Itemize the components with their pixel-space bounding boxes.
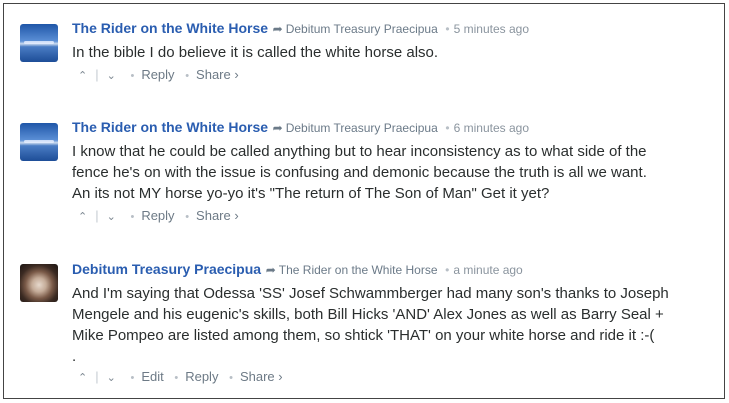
upvote-icon[interactable]: ⌃ (72, 210, 93, 223)
reply-to-name[interactable]: Debitum Treasury Praecipua (286, 22, 438, 36)
reply-arrow-icon: ➦ (265, 263, 276, 277)
timestamp[interactable]: 6 minutes ago (454, 121, 529, 135)
reply-arrow-icon: ➦ (272, 22, 283, 36)
separator-dot: • (445, 263, 450, 277)
avatar[interactable] (20, 24, 58, 62)
separator-dot: • (445, 121, 450, 135)
timestamp[interactable]: a minute ago (453, 263, 522, 277)
author-name[interactable]: The Rider on the White Horse (72, 20, 268, 36)
separator-dot: • (185, 211, 190, 223)
comment-thread: The Rider on the White Horse ➦ Debitum Tr… (3, 3, 725, 399)
author-name[interactable]: The Rider on the White Horse (72, 119, 268, 135)
comment-line: An its not MY horse yo-yo it's "The retu… (72, 185, 550, 202)
comment-header: The Rider on the White Horse ➦ Debitum Tr… (72, 119, 714, 136)
comment-line: In the bible I do believe it is called t… (72, 44, 439, 61)
comment-line: fence he's on with the issue is confusin… (72, 164, 647, 181)
comment-actions: ⌃ | ⌄ • Reply • Share › (72, 208, 714, 223)
comment-text: In the bible I do believe it is called t… (72, 42, 714, 63)
edit-button[interactable]: Edit (141, 369, 163, 384)
share-button[interactable]: Share › (196, 208, 239, 223)
comment-line: . (72, 348, 77, 365)
comment-line: Mike Pompeo are listed among them, so sh… (72, 327, 655, 344)
reply-button[interactable]: Reply (141, 67, 174, 82)
author-name[interactable]: Debitum Treasury Praecipua (72, 261, 261, 277)
reply-button[interactable]: Reply (141, 208, 174, 223)
avatar[interactable] (20, 264, 58, 302)
comment-header: Debitum Treasury Praecipua ➦ The Rider on… (72, 261, 714, 278)
comment-actions: ⌃ | ⌄ • Edit • Reply • Share › (72, 369, 714, 384)
share-button[interactable]: Share › (196, 67, 239, 82)
separator-dot: • (130, 211, 135, 223)
reply-to-name[interactable]: Debitum Treasury Praecipua (286, 121, 438, 135)
separator-dot: • (130, 372, 135, 384)
upvote-icon[interactable]: ⌃ (72, 371, 93, 384)
comment-text: And I'm saying that Odessa 'SS' Josef Sc… (72, 283, 714, 367)
separator-dot: • (185, 70, 190, 82)
upvote-icon[interactable]: ⌃ (72, 69, 93, 82)
separator-dot: • (130, 70, 135, 82)
downvote-icon[interactable]: ⌄ (101, 371, 122, 384)
downvote-icon[interactable]: ⌄ (101, 69, 122, 82)
comment-actions: ⌃ | ⌄ • Reply • Share › (72, 67, 714, 82)
separator-dot: • (445, 22, 450, 36)
timestamp[interactable]: 5 minutes ago (454, 22, 529, 36)
comment-line: Mengele and his eugenic's skills, both B… (72, 306, 664, 323)
comment-header: The Rider on the White Horse ➦ Debitum Tr… (72, 20, 714, 37)
downvote-icon[interactable]: ⌄ (101, 210, 122, 223)
reply-to-name[interactable]: The Rider on the White Horse (279, 263, 438, 277)
comment-line: And I'm saying that Odessa 'SS' Josef Sc… (72, 285, 669, 302)
avatar[interactable] (20, 123, 58, 161)
comment-text: I know that he could be called anything … (72, 141, 714, 204)
share-button[interactable]: Share › (240, 369, 283, 384)
reply-button[interactable]: Reply (185, 369, 218, 384)
reply-arrow-icon: ➦ (272, 121, 283, 135)
separator-dot: • (174, 372, 179, 384)
comment-line: I know that he could be called anything … (72, 143, 647, 160)
separator-dot: • (229, 372, 233, 384)
